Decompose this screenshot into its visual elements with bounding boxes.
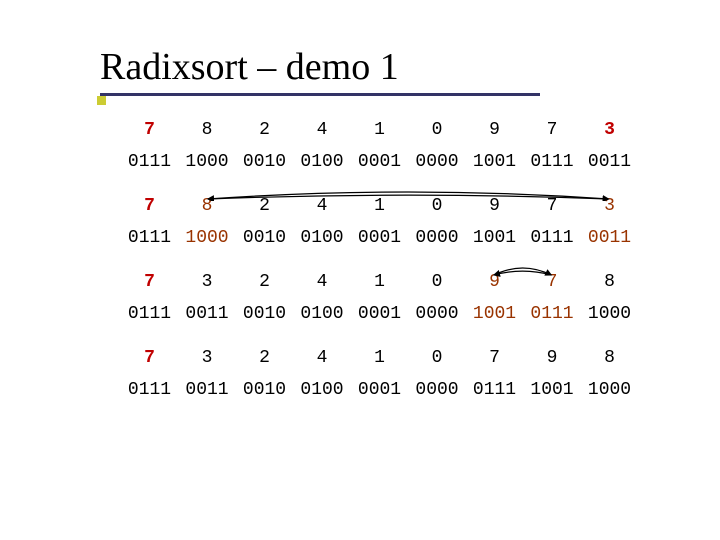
cell: 1 (352, 273, 407, 291)
cell: 0010 (237, 229, 292, 247)
cell: 3 (180, 273, 235, 291)
cell: 2 (237, 197, 292, 215)
table-row: 011110000010010000010000100101110011 (122, 229, 637, 247)
cell: 0010 (237, 153, 292, 171)
cell: 0 (410, 349, 465, 367)
cell: 0111 (122, 153, 177, 171)
cell: 0011 (180, 381, 235, 399)
cell: 9 (467, 273, 522, 291)
cell: 9 (467, 197, 522, 215)
cell: 1000 (180, 229, 235, 247)
cell: 0010 (237, 381, 292, 399)
cell: 8 (582, 349, 637, 367)
cell: 0100 (295, 381, 350, 399)
cell: 1 (352, 349, 407, 367)
table-row: 782410973 (122, 121, 637, 139)
title-underline (100, 93, 540, 96)
cell: 0001 (352, 153, 407, 171)
cell: 7 (122, 197, 177, 215)
table-row: 732410798 (122, 349, 637, 367)
cell: 0011 (582, 153, 637, 171)
table-row: 732410978 (122, 273, 637, 291)
cell: 1 (352, 197, 407, 215)
cell: 9 (525, 349, 580, 367)
title-accent-dot (97, 96, 106, 105)
cell: 1001 (525, 381, 580, 399)
cell: 1001 (467, 305, 522, 323)
cell: 0111 (525, 229, 580, 247)
cell: 2 (237, 121, 292, 139)
cell: 0111 (525, 305, 580, 323)
cell: 1 (352, 121, 407, 139)
cell: 8 (582, 273, 637, 291)
cell: 9 (467, 121, 522, 139)
cell: 7 (525, 197, 580, 215)
cell: 0000 (410, 305, 465, 323)
cell: 1000 (180, 153, 235, 171)
cell: 4 (295, 349, 350, 367)
cell: 0000 (410, 153, 465, 171)
cell: 0111 (525, 153, 580, 171)
table-row: 011110000010010000010000100101110011 (122, 153, 637, 171)
cell: 0000 (410, 229, 465, 247)
cell: 7 (122, 273, 177, 291)
cell: 0111 (122, 381, 177, 399)
cell: 7 (525, 121, 580, 139)
cell: 1001 (467, 153, 522, 171)
cell: 0001 (352, 305, 407, 323)
page-title: Radixsort – demo 1 (100, 45, 720, 89)
cell: 0111 (122, 305, 177, 323)
cell: 0 (410, 121, 465, 139)
cell: 4 (295, 273, 350, 291)
cell: 2 (237, 349, 292, 367)
cell: 0011 (582, 229, 637, 247)
cell: 0010 (237, 305, 292, 323)
cell: 0001 (352, 229, 407, 247)
cell: 3 (582, 121, 637, 139)
cell: 7 (122, 349, 177, 367)
cell: 0100 (295, 305, 350, 323)
cell: 0111 (467, 381, 522, 399)
cell: 0111 (122, 229, 177, 247)
cell: 3 (180, 349, 235, 367)
cell: 3 (582, 197, 637, 215)
cell: 8 (180, 121, 235, 139)
cell: 0 (410, 273, 465, 291)
cell: 8 (180, 197, 235, 215)
cell: 7 (525, 273, 580, 291)
cell: 2 (237, 273, 292, 291)
cell: 4 (295, 197, 350, 215)
cell: 0100 (295, 153, 350, 171)
cell: 0000 (410, 381, 465, 399)
table-row: 011100110010010000010000011110011000 (122, 381, 637, 399)
cell: 0001 (352, 381, 407, 399)
cell: 1000 (582, 305, 637, 323)
cell: 7 (122, 121, 177, 139)
cell: 0100 (295, 229, 350, 247)
table-row: 011100110010010000010000100101111000 (122, 305, 637, 323)
cell: 1001 (467, 229, 522, 247)
cell: 1000 (582, 381, 637, 399)
cell: 0011 (180, 305, 235, 323)
radixsort-grid: 7824109730111100000100100000100001001011… (122, 121, 637, 399)
cell: 4 (295, 121, 350, 139)
cell: 7 (467, 349, 522, 367)
table-row: 782410973 (122, 197, 637, 215)
cell: 0 (410, 197, 465, 215)
slide: Radixsort – demo 1 782410973011110000010… (0, 0, 720, 540)
